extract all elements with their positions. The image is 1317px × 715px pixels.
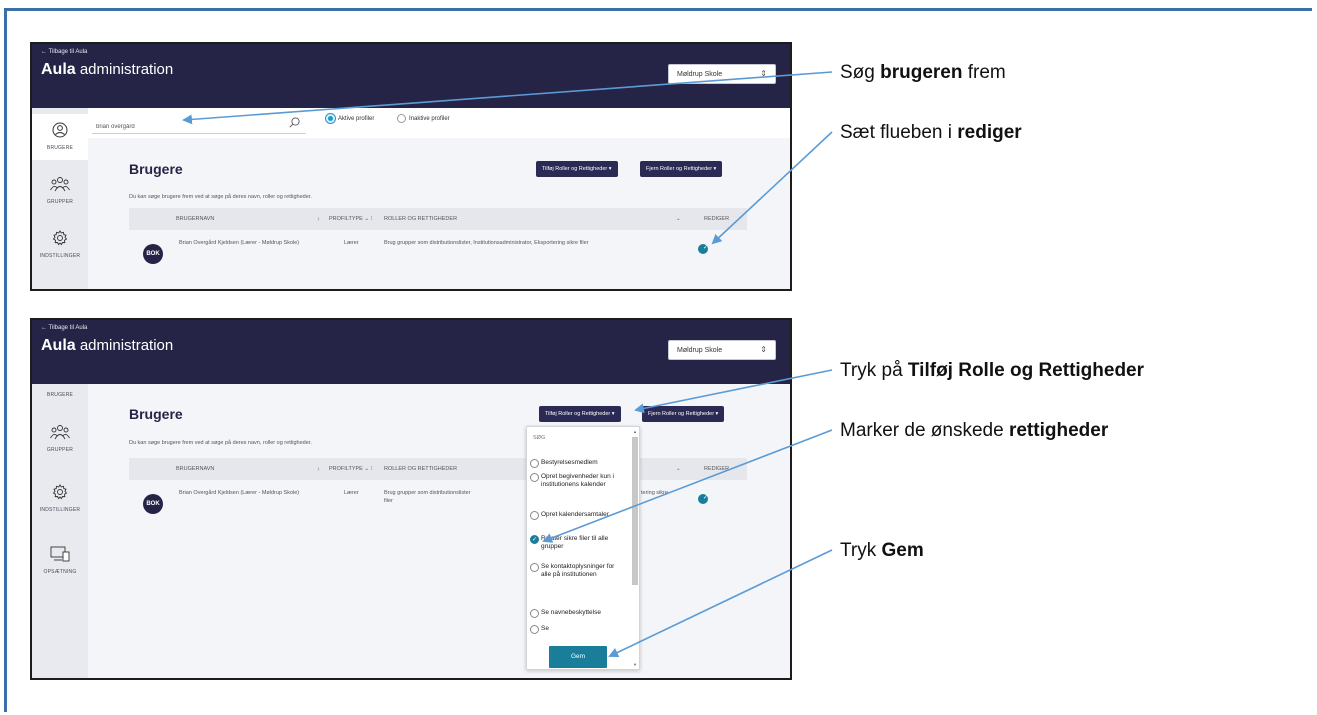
school-select[interactable]: Møldrup Skole ⇕ bbox=[668, 64, 776, 84]
role-option[interactable]: Se navnebeskyttelse bbox=[530, 609, 626, 618]
gear-icon bbox=[52, 484, 68, 500]
col-roles: ROLLER OG RETTIGHEDER bbox=[384, 466, 458, 472]
table-header: BRUGERNAVN ↓ PROFILTYPE ⌄ ⁝ ROLLER OG RE… bbox=[129, 208, 747, 230]
col-edit: REDIGER bbox=[704, 466, 730, 472]
sidebar: BRUGERE GRUPPER INDSTILLINGER bbox=[32, 108, 88, 289]
callout-press-save: Tryk Gem bbox=[840, 540, 924, 561]
sidebar-item-settings[interactable]: INDSTILLINGER bbox=[32, 480, 88, 513]
sort-arrow-icon[interactable]: ↓ bbox=[317, 466, 320, 472]
user-circle-icon bbox=[52, 122, 68, 138]
remove-roles-button[interactable]: Fjern Roller og Rettigheder ▾ bbox=[642, 406, 725, 422]
brand-logo: Aula administration bbox=[41, 61, 174, 78]
radio-unchecked-icon bbox=[530, 563, 539, 572]
roles-dropdown: SØG ▲ ▼ Bestyrelsesmedlem Opret begivenh… bbox=[526, 426, 640, 670]
role-option[interactable]: Se kontaktoplysninger for alle på instit… bbox=[530, 563, 626, 579]
group-icon bbox=[50, 177, 70, 192]
check-icon: ✓ bbox=[703, 495, 709, 501]
user-roles-line2: filer bbox=[384, 498, 393, 504]
callout-search-user: Søg brugeren frem bbox=[840, 62, 1006, 83]
radio-unchecked-icon bbox=[530, 511, 539, 520]
edit-checkbox[interactable]: ✓ bbox=[698, 494, 708, 504]
role-option[interactable]: Opret kalendersamtaler bbox=[530, 511, 626, 520]
dropdown-search[interactable]: SØG bbox=[533, 435, 545, 441]
radio-unchecked-icon bbox=[530, 459, 539, 468]
col-username[interactable]: BRUGERNAVN bbox=[176, 216, 214, 222]
user-profiletype: Lærer bbox=[344, 490, 359, 496]
chevron-updown-icon: ⇕ bbox=[760, 69, 767, 78]
avatar: BOK bbox=[143, 244, 163, 264]
edit-checkbox[interactable]: ✓ bbox=[698, 244, 708, 254]
radio-unchecked-icon bbox=[397, 114, 406, 123]
sidebar-item-groups[interactable]: GRUPPER bbox=[32, 420, 88, 453]
gear-icon bbox=[52, 230, 68, 246]
sort-arrow-icon[interactable]: ↓ bbox=[317, 216, 320, 222]
brand-logo: Aula administration bbox=[41, 337, 174, 354]
dropdown-scrollbar[interactable] bbox=[632, 437, 638, 585]
radio-checked-icon bbox=[326, 114, 335, 123]
user-roles: Brug grupper som distributionslister, In… bbox=[384, 240, 589, 246]
user-profiletype: Lærer bbox=[344, 240, 359, 246]
col-roles: ROLLER OG RETTIGHEDER bbox=[384, 216, 458, 222]
save-button[interactable]: Gem bbox=[549, 646, 607, 668]
scroll-down-icon[interactable]: ▼ bbox=[633, 662, 637, 667]
table-header: BRUGERNAVN ↓ PROFILTYPE ⌄ ⁝ ROLLER OG RE… bbox=[129, 458, 747, 480]
page-title: Brugere bbox=[129, 406, 183, 422]
add-roles-button[interactable]: Tilføj Roller og Rettigheder ▾ bbox=[539, 406, 621, 422]
role-option[interactable]: Se bbox=[530, 625, 626, 634]
check-icon: ✓ bbox=[530, 535, 539, 544]
chevron-down-icon[interactable]: ⌄ bbox=[676, 216, 681, 222]
group-icon bbox=[50, 425, 70, 440]
radio-unchecked-icon bbox=[530, 473, 539, 482]
sidebar: BRUGERE GRUPPER INDSTILLINGER OPSÆTNING bbox=[32, 384, 88, 678]
col-profiletype[interactable]: PROFILTYPE ⌄ ⁝ bbox=[329, 466, 372, 472]
top-bar: ← Tilbage til Aula Aula administration M… bbox=[32, 44, 790, 108]
check-icon: ✓ bbox=[703, 245, 709, 251]
remove-roles-button[interactable]: Fjern Roller og Rettigheder ▾ bbox=[640, 161, 723, 177]
table-row: BOK Brian Overgård Kjeldsen (Lærer - Møl… bbox=[129, 484, 747, 524]
search-icon[interactable] bbox=[289, 117, 300, 128]
radio-inactive-profiles[interactable]: Inaktive profiler bbox=[397, 114, 450, 123]
search-row: Aktive profiler Inaktive profiler bbox=[88, 108, 790, 138]
search-input[interactable] bbox=[92, 112, 306, 134]
search-hint: Du kan søge brugere frem ved at søge på … bbox=[129, 194, 312, 200]
col-username[interactable]: BRUGERNAVN bbox=[176, 466, 214, 472]
back-link[interactable]: ← Tilbage til Aula bbox=[41, 49, 87, 55]
sidebar-item-setup[interactable]: OPSÆTNING bbox=[32, 542, 88, 575]
user-name[interactable]: Brian Overgård Kjeldsen (Lærer - Møldrup… bbox=[179, 240, 309, 248]
radio-unchecked-icon bbox=[530, 609, 539, 618]
user-roles: Brug grupper som distributionslister bbox=[384, 490, 471, 496]
user-roles-tail: tering sikre bbox=[641, 490, 668, 496]
table-row: BOK Brian Overgård Kjeldsen (Lærer - Møl… bbox=[129, 234, 747, 274]
role-option-checked[interactable]: ✓ Relater sikre filer til alle grupper bbox=[530, 535, 626, 551]
scroll-up-icon[interactable]: ▲ bbox=[633, 429, 637, 434]
callout-tick-edit: Sæt flueben i rediger bbox=[840, 122, 1022, 143]
sidebar-item-users[interactable]: BRUGERE bbox=[32, 386, 88, 408]
user-name[interactable]: Brian Overgård Kjeldsen (Lærer - Møldrup… bbox=[179, 490, 309, 498]
role-option[interactable]: Opret begivenheder kun i institutionens … bbox=[530, 473, 626, 489]
role-option[interactable]: Bestyrelsesmedlem bbox=[530, 459, 626, 468]
school-select[interactable]: Møldrup Skole ⇕ bbox=[668, 340, 776, 360]
col-edit: REDIGER bbox=[704, 216, 730, 222]
radio-unchecked-icon bbox=[530, 625, 539, 634]
sidebar-item-users[interactable]: BRUGERE bbox=[32, 114, 88, 160]
screenshot-add-roles: ← Tilbage til Aula Aula administration M… bbox=[30, 318, 792, 680]
sidebar-item-settings[interactable]: INDSTILLINGER bbox=[32, 226, 88, 259]
search-hint: Du kan søge brugere frem ved at søge på … bbox=[129, 440, 312, 446]
callout-mark-rights: Marker de ønskede rettigheder bbox=[840, 420, 1109, 441]
radio-active-profiles[interactable]: Aktive profiler bbox=[326, 114, 374, 123]
sidebar-item-groups[interactable]: GRUPPER bbox=[32, 170, 88, 205]
add-roles-button[interactable]: Tilføj Roller og Rettigheder ▾ bbox=[536, 161, 618, 177]
back-link[interactable]: ← Tilbage til Aula bbox=[41, 325, 87, 331]
page-title: Brugere bbox=[129, 161, 183, 177]
avatar: BOK bbox=[143, 494, 163, 514]
screenshot-search: ← Tilbage til Aula Aula administration M… bbox=[30, 42, 792, 291]
chevron-down-icon[interactable]: ⌄ bbox=[676, 466, 681, 472]
chevron-updown-icon: ⇕ bbox=[760, 345, 767, 354]
top-bar: ← Tilbage til Aula Aula administration M… bbox=[32, 320, 790, 384]
col-profiletype[interactable]: PROFILTYPE ⌄ ⁝ bbox=[329, 216, 372, 222]
devices-icon bbox=[50, 546, 70, 562]
callout-add-roles: Tryk på Tilføj Rolle og Rettigheder bbox=[840, 360, 1145, 381]
